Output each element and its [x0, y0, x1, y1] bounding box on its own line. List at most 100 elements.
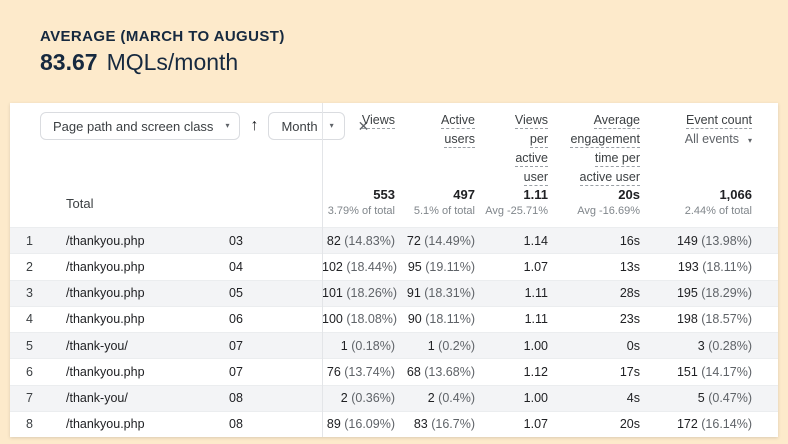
metric-value: 5 — [698, 391, 705, 405]
column-header-text: Views — [515, 113, 548, 129]
column-header-active-users[interactable]: Active users — [395, 103, 475, 189]
metric-value: 1.11 — [525, 312, 548, 326]
table-row[interactable]: 3/thankyou.php05101 (18.26%)91 (18.31%)1… — [10, 280, 778, 306]
metric-value: 68 — [407, 365, 421, 379]
views-cell: 102 (18.44%) — [322, 260, 395, 274]
metric-value: 1.07 — [524, 417, 548, 431]
metric-value: 72 — [407, 234, 421, 248]
table-row[interactable]: 8/thankyou.php0889 (16.09%)83 (16.7%)1.0… — [10, 411, 778, 437]
column-header-line: Active — [395, 113, 475, 128]
total-subtext: 5.1% of total — [395, 205, 475, 217]
month-cell: 07 — [215, 365, 322, 379]
row-index: 7 — [26, 391, 50, 405]
month-cell: 04 — [215, 260, 322, 274]
metric-percent: (18.11%) — [422, 312, 475, 326]
column-header-views[interactable]: Views — [322, 103, 395, 189]
dimension-dropdown[interactable]: Page path and screen class ▾ — [40, 112, 240, 140]
column-header-line: users — [395, 132, 475, 147]
views-cell: 82 (14.83%) — [322, 234, 395, 248]
views-per-active-user-cell: 1.07 — [475, 417, 548, 431]
metric-percent: (14.83%) — [341, 234, 395, 248]
total-label: Total — [66, 196, 215, 211]
column-header-text: Event count — [686, 113, 752, 129]
metric-value: 1.12 — [524, 365, 548, 379]
table-header-row: Page path and screen class ▾ ↑ Month ▾ ✕… — [10, 103, 778, 180]
metric-value: 95 — [408, 260, 422, 274]
secondary-dimension-label: Month — [281, 119, 317, 134]
column-header-views-per-active-user[interactable]: Viewsperactiveuser — [475, 103, 548, 189]
metric-value: 76 — [327, 365, 341, 379]
metric-value: 1.14 — [524, 234, 548, 248]
column-header-text: Views — [362, 113, 395, 129]
event-count-cell: 195 (18.29%) — [640, 286, 752, 300]
metric-value: 149 — [677, 234, 698, 248]
metric-percent: (18.44%) — [343, 260, 397, 274]
active-users-cell: 90 (18.11%) — [395, 312, 475, 326]
column-header-text: Average — [594, 113, 640, 129]
column-header-text: per — [530, 132, 548, 148]
metric-value: 83 — [414, 417, 428, 431]
analytics-table-card: Page path and screen class ▾ ↑ Month ▾ ✕… — [10, 103, 778, 437]
metric-percent: (18.26%) — [343, 286, 397, 300]
page: AVERAGE (MARCH TO AUGUST) 83.67MQLs/mont… — [0, 0, 788, 444]
dimension-toolbar: Page path and screen class ▾ ↑ Month ▾ ✕ — [10, 103, 322, 140]
page-path-cell: /thankyou.php — [66, 260, 215, 274]
table-row[interactable]: 6/thankyou.php0776 (13.74%)68 (13.68%)1.… — [10, 358, 778, 384]
metric-value: 100 — [322, 312, 343, 326]
metric-unit: MQLs/month — [107, 49, 239, 75]
column-header-line: time per — [548, 151, 640, 166]
event-count-cell: 151 (14.17%) — [640, 365, 752, 379]
avg-engagement-time-cell: 13s — [548, 260, 640, 274]
total-value: 20s — [548, 187, 640, 202]
metric-value: 91 — [407, 286, 421, 300]
metric-percent: (16.09%) — [341, 417, 395, 431]
avg-engagement-time-cell: 0s — [548, 339, 640, 353]
event-count-cell: 5 (0.47%) — [640, 391, 752, 405]
table-row[interactable]: 5/thank-you/071 (0.18%)1 (0.2%)1.000s3 (… — [10, 332, 778, 358]
metric-value: 1.00 — [524, 339, 548, 353]
column-header-avg-engagement-time[interactable]: Averageengagementtime peractive user — [548, 103, 640, 189]
views-per-active-user-cell: 1.00 — [475, 391, 548, 405]
chevron-down-icon: ▾ — [225, 122, 229, 130]
column-header-event-count[interactable]: Event count All events▾ — [640, 103, 752, 189]
avg-engagement-time-cell: 4s — [548, 391, 640, 405]
column-header-text: time per — [595, 151, 640, 167]
row-index: 8 — [26, 417, 50, 431]
table-row[interactable]: 4/thankyou.php06100 (18.08%)90 (18.11%)1… — [10, 306, 778, 332]
metric-percent: (18.29%) — [698, 286, 752, 300]
page-path-cell: /thank-you/ — [66, 391, 215, 405]
total-value: 553 — [322, 187, 395, 202]
event-count-cell: 193 (18.11%) — [640, 260, 752, 274]
row-index: 1 — [26, 234, 50, 248]
avg-engagement-time-cell: 16s — [548, 234, 640, 248]
avg-engagement-time-cell: 17s — [548, 365, 640, 379]
metric-value: 1 — [341, 339, 348, 353]
event-type-label: All events — [685, 132, 739, 146]
metric-value: 3 — [698, 339, 705, 353]
total-subtext: 2.44% of total — [640, 205, 752, 217]
table-row[interactable]: 2/thankyou.php04102 (18.44%)95 (19.11%)1… — [10, 253, 778, 279]
column-header-text: Active — [441, 113, 475, 129]
table-body: 1/thankyou.php0382 (14.83%)72 (14.49%)1.… — [10, 227, 778, 437]
views-cell: 100 (18.08%) — [322, 312, 395, 326]
metric-value: 16s — [620, 234, 640, 248]
sort-ascending-icon[interactable]: ↑ — [249, 117, 259, 135]
views-per-active-user-cell: 1.00 — [475, 339, 548, 353]
metric-value: 13s — [620, 260, 640, 274]
metric-percent: (14.17%) — [698, 365, 752, 379]
month-cell: 06 — [215, 312, 322, 326]
table-row[interactable]: 1/thankyou.php0382 (14.83%)72 (14.49%)1.… — [10, 227, 778, 253]
active-users-cell: 1 (0.2%) — [395, 339, 475, 353]
event-type-dropdown[interactable]: All events▾ — [640, 132, 752, 147]
metric-percent: (18.31%) — [421, 286, 475, 300]
metric-percent: (13.68%) — [421, 365, 475, 379]
column-header-text: active — [515, 151, 548, 167]
metric-value: 172 — [677, 417, 698, 431]
row-index: 2 — [26, 260, 50, 274]
metric-value: 20s — [620, 417, 640, 431]
column-header-text: users — [444, 132, 475, 148]
active-users-cell: 83 (16.7%) — [395, 417, 475, 431]
dimension-dropdown-label: Page path and screen class — [53, 119, 213, 134]
table-row[interactable]: 7/thank-you/082 (0.36%)2 (0.4%)1.004s5 (… — [10, 385, 778, 411]
metric-percent: (0.36%) — [348, 391, 395, 405]
